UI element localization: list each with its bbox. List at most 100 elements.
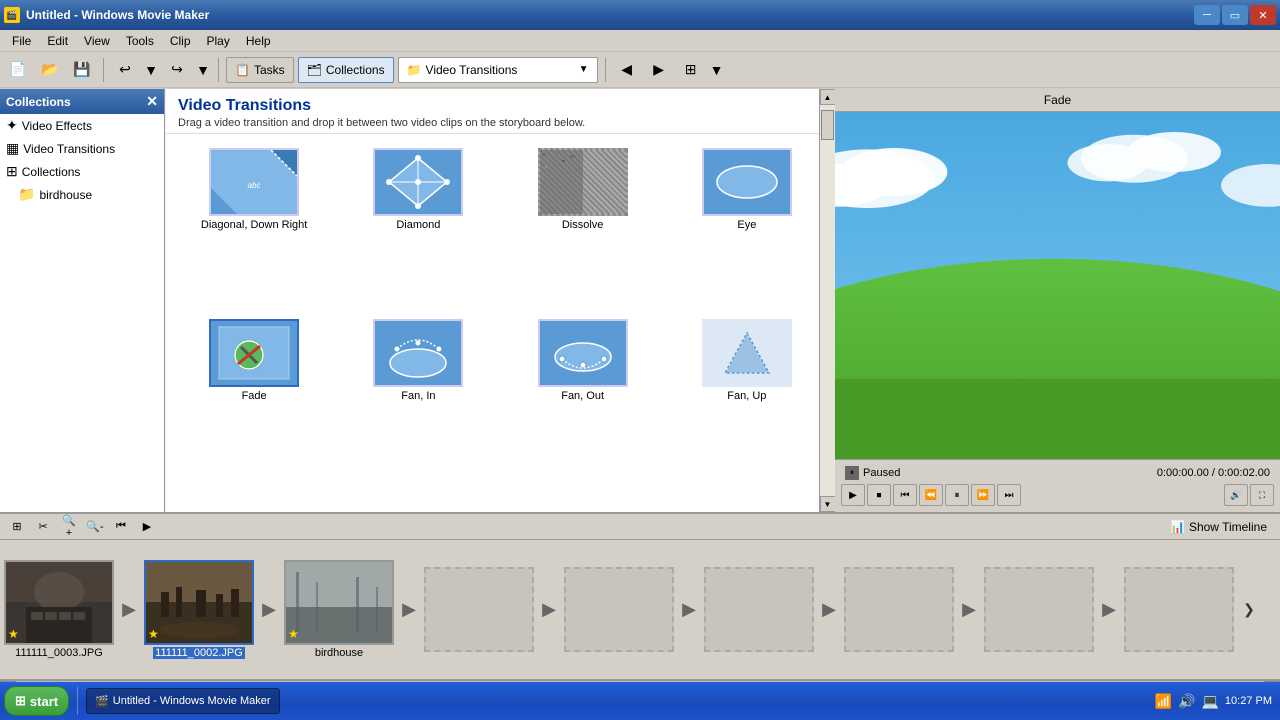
maximize-button[interactable]: ▭ [1222,5,1248,25]
birdhouse-icon: 📁 [18,186,35,203]
save-button[interactable]: 💾 [68,56,96,84]
volume-button[interactable]: 🔊 [1224,484,1248,506]
storyboard-zoom-in[interactable]: 🔍+ [58,516,80,538]
preview-title: Fade [835,89,1280,112]
transition-label: Fade [242,390,267,402]
clip-star-1: ★ [8,627,19,641]
close-button[interactable]: ✕ [1250,5,1276,25]
menu-play[interactable]: Play [199,32,238,50]
undo-button[interactable]: ↩ [111,56,139,84]
undo-dropdown[interactable]: ▼ [143,56,159,84]
transition-fan-up[interactable]: Fan, Up [669,315,825,478]
story-arrow-4: ▶ [534,567,564,652]
svg-text:abc: abc [248,181,261,190]
sidebar-title: Collections [6,95,71,109]
menu-clip[interactable]: Clip [162,32,199,50]
video-transitions-icon: ▦ [6,140,19,157]
transitions-grid: abc Diagonal, Down Right [166,134,835,487]
storyboard-empty-2 [564,567,674,652]
transition-thumb-eye [702,148,792,216]
next-frame-button[interactable]: ⏭ [997,484,1021,506]
sidebar-item-label: Video Effects [22,119,92,133]
taskbar: ⊞ start 🎬 Untitled - Windows Movie Maker… [0,682,1280,720]
sidebar-item-video-effects[interactable]: ✦ Video Effects [0,114,164,137]
storyboard-zoom-out[interactable]: 🔍- [84,516,106,538]
pause-indicator: ⏸ [845,466,859,480]
prev-frame-button[interactable]: ⏮ [893,484,917,506]
sidebar-close-button[interactable]: ✕ [146,93,158,110]
titlebar-controls[interactable]: ─ ▭ ✕ [1194,5,1276,25]
sidebar-item-video-transitions[interactable]: ▦ Video Transitions [0,137,164,160]
video-effects-icon: ✦ [6,117,18,134]
scroll-up-button[interactable]: ▲ [820,89,836,105]
storyboard-tool-1[interactable]: ⊞ [6,516,28,538]
story-arrow-8: ▶ [1094,567,1124,652]
fullscreen-button[interactable]: ⛶ [1250,484,1274,506]
scroll-thumb[interactable] [821,110,834,140]
minimize-button[interactable]: ─ [1194,5,1220,25]
transition-dissolve[interactable]: Dissolve [505,144,661,307]
open-button[interactable]: 📂 [36,56,64,84]
back-button[interactable]: ◀ [613,56,641,84]
transition-thumb-diagonal: abc [209,148,299,216]
taskbar-app-moviemaker[interactable]: 🎬 Untitled - Windows Movie Maker [86,688,279,714]
transition-fade[interactable]: Fade [176,315,332,478]
xp-wallpaper [835,112,1280,459]
transition-eye[interactable]: Eye [669,144,825,307]
transition-fan-out[interactable]: Fan, Out [505,315,661,478]
transition-thumb-dissolve [538,148,628,216]
stop-button[interactable]: ⏹ [867,484,891,506]
storyboard-tool-2[interactable]: ✂ [32,516,54,538]
storyboard-back[interactable]: ⏮ [110,516,132,538]
storyboard-play[interactable]: ▶ [136,516,158,538]
transition-label: Diamond [396,219,440,231]
status-text: Paused [863,467,900,479]
grid-dropdown[interactable]: ▼ [709,56,725,84]
transition-diagonal-down-right[interactable]: abc Diagonal, Down Right [176,144,332,307]
tasks-button[interactable]: 📋 Tasks [226,57,294,83]
transition-label: Fan, Out [561,390,604,402]
storyboard-clip-1[interactable]: ★ 111111_0003.JPG [4,560,114,659]
menu-file[interactable]: File [4,32,39,50]
play-button[interactable]: ▶ [841,484,865,506]
scroll-down-button[interactable]: ▼ [820,496,836,512]
transition-label: Diagonal, Down Right [201,219,307,231]
transition-label: Fan, Up [727,390,766,402]
menu-edit[interactable]: Edit [39,32,76,50]
fast-forward-button[interactable]: ⏩ [971,484,995,506]
dropdown-arrow-icon: ▼ [579,64,589,75]
menu-tools[interactable]: Tools [118,32,162,50]
forward-button[interactable]: ▶ [645,56,673,84]
computer-icon: 💻 [1201,693,1218,710]
redo-dropdown[interactable]: ▼ [195,56,211,84]
story-arrow-5: ▶ [674,567,704,652]
transitions-title: Video Transitions [178,97,823,115]
menu-help[interactable]: Help [238,32,279,50]
start-button[interactable]: ⊞ start [4,686,69,716]
network-icon: 📶 [1155,693,1172,710]
sidebar-item-collections[interactable]: ⊞ Collections [0,160,164,183]
show-timeline-button[interactable]: 📊 Show Timeline [1163,517,1274,537]
collection-dropdown[interactable]: 📁 Video Transitions ▼ [398,57,598,83]
sidebar-item-label: birdhouse [39,188,92,202]
pause-button[interactable]: ⏸ [945,484,969,506]
collections-button[interactable]: 🗂 Collections [298,57,394,83]
storyboard-empty-1 [424,567,534,652]
storyboard-clip-3[interactable]: ★ birdhouse [284,560,394,659]
menubar: File Edit View Tools Clip Play Help [0,30,1280,52]
storyboard-empty-3 [704,567,814,652]
menu-view[interactable]: View [76,32,118,50]
preview-panel: Fade [835,88,1280,512]
grid-button[interactable]: ⊞ [677,56,705,84]
new-button[interactable]: 📄 [4,56,32,84]
storyboard-clip-2[interactable]: ★ 111111_0002.JPG [144,560,254,659]
transition-diamond[interactable]: Diamond [340,144,496,307]
rewind-button[interactable]: ⏪ [919,484,943,506]
sidebar-item-birdhouse[interactable]: 📁 birdhouse [0,183,164,206]
scrollbar[interactable]: ▲ ▼ [819,89,835,512]
taskbar-separator [77,687,78,715]
preview-status: ⏸ Paused 0:00:00.00 / 0:00:02.00 [839,464,1276,482]
transition-fan-in[interactable]: Fan, In [340,315,496,478]
sidebar-item-label: Collections [22,165,81,179]
redo-button[interactable]: ↪ [163,56,191,84]
